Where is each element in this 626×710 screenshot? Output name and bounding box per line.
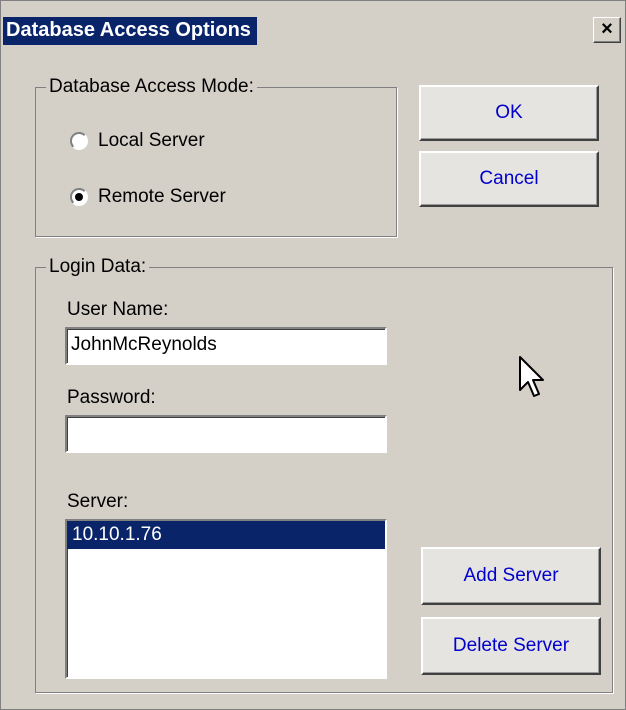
- delete-server-label: Delete Server: [452, 635, 570, 656]
- radio-local-server[interactable]: Local Server: [70, 130, 205, 152]
- delete-server-button[interactable]: Delete Server: [421, 617, 601, 675]
- user-name-field[interactable]: JohnMcReynolds: [65, 327, 387, 365]
- password-label: Password:: [67, 387, 156, 408]
- radio-label: Remote Server: [98, 186, 226, 207]
- radio-button[interactable]: [70, 188, 88, 206]
- cancel-label: Cancel: [479, 168, 539, 189]
- user-name-label: User Name:: [67, 299, 169, 320]
- add-server-button[interactable]: Add Server: [421, 547, 601, 605]
- access-mode-group: Database Access Mode: Local Server Remot…: [35, 76, 397, 237]
- access-mode-legend: Database Access Mode:: [46, 76, 257, 98]
- radio-label: Local Server: [98, 130, 205, 151]
- cancel-button[interactable]: Cancel: [419, 151, 599, 207]
- password-field[interactable]: [65, 415, 387, 453]
- server-listbox[interactable]: 10.10.1.76: [65, 519, 387, 679]
- login-data-legend: Login Data:: [46, 256, 150, 278]
- window-title: Database Access Options: [3, 17, 257, 45]
- user-name-value: JohnMcReynolds: [71, 334, 217, 355]
- title-bar[interactable]: Database Access Options ×: [1, 1, 625, 53]
- add-server-label: Add Server: [463, 565, 559, 586]
- dialog-window: Database Access Options × Database Acces…: [0, 0, 626, 710]
- radio-button[interactable]: [70, 132, 88, 150]
- server-list-item[interactable]: 10.10.1.76: [67, 521, 385, 549]
- ok-label: OK: [495, 102, 523, 123]
- close-icon: ×: [601, 18, 613, 40]
- radio-remote-server[interactable]: Remote Server: [70, 186, 226, 208]
- server-label: Server:: [67, 491, 129, 512]
- close-button[interactable]: ×: [593, 17, 621, 43]
- mouse-pointer-icon: [519, 356, 544, 397]
- server-value: 10.10.1.76: [72, 524, 162, 545]
- ok-button[interactable]: OK: [419, 85, 599, 141]
